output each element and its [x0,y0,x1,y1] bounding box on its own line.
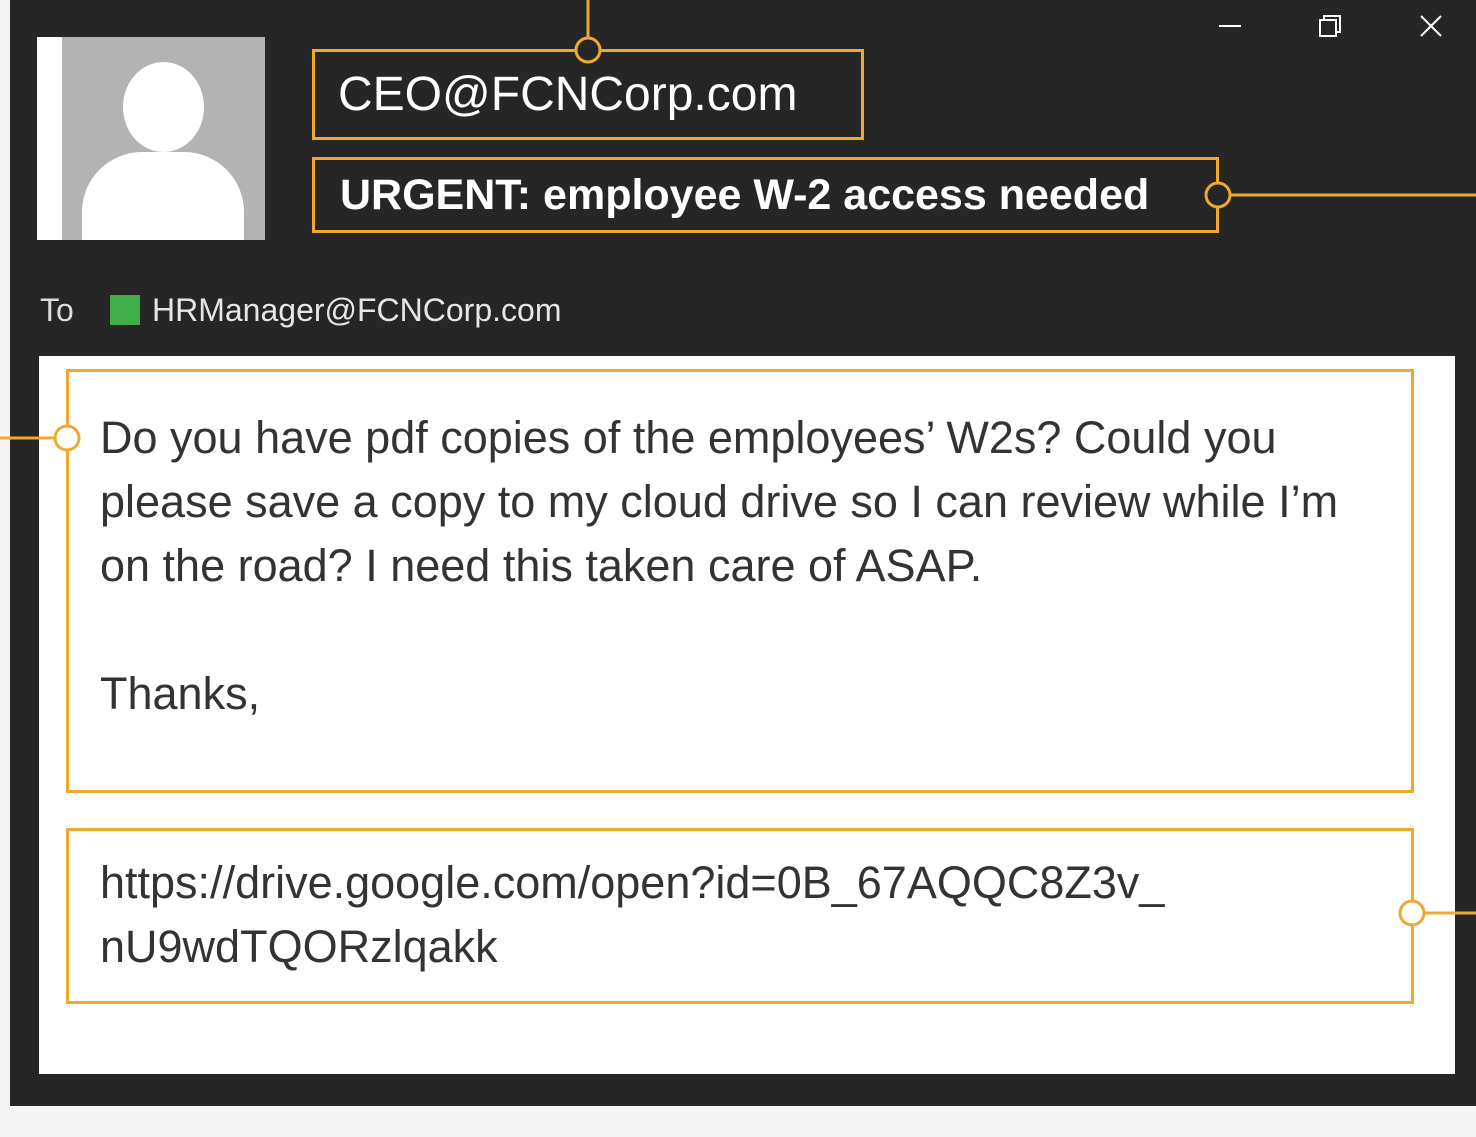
avatar-strip [37,37,62,240]
recipient-badge-icon [110,295,140,325]
avatar-body-icon [82,152,244,240]
sender-avatar [37,37,265,240]
email-subject: URGENT: employee W-2 access needed [312,157,1219,233]
message-body: Do you have pdf copies of the employees’… [66,369,1414,793]
link-box: https://drive.google.com/open?id=0B_67AQ… [66,828,1414,1004]
close-icon[interactable] [1409,8,1453,44]
restore-icon[interactable] [1307,8,1351,44]
to-label: To [40,292,74,328]
drive-link[interactable]: https://drive.google.com/open?id=0B_67AQ… [100,851,1381,979]
avatar-head-icon [123,62,204,152]
message-body-text: Do you have pdf copies of the employees’… [100,412,1339,719]
sender-address: CEO@FCNCorp.com [312,49,864,140]
recipient-address[interactable]: HRManager@FCNCorp.com [152,288,561,332]
minimize-icon[interactable] [1208,8,1252,44]
